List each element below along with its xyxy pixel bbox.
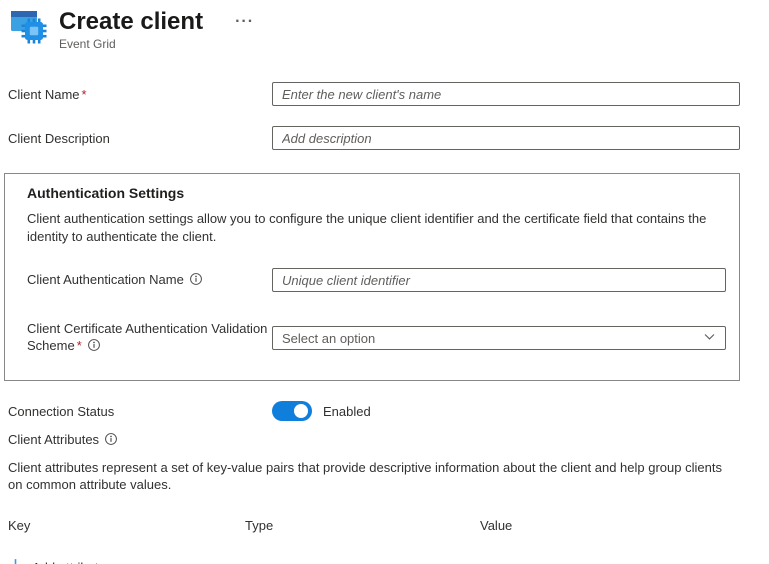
more-options-button[interactable]: ··· — [231, 12, 258, 32]
info-icon[interactable] — [189, 272, 203, 290]
attributes-table-header: Key Type Value — [8, 518, 740, 533]
chevron-down-icon — [703, 330, 716, 346]
required-asterisk: * — [76, 338, 82, 353]
cert-validation-scheme-dropdown[interactable]: Select an option — [272, 326, 726, 350]
cert-validation-scheme-row: Client Certificate Authentication Valida… — [27, 320, 726, 356]
client-authentication-name-row: Client Authentication Name — [27, 268, 726, 292]
event-grid-client-icon — [10, 7, 50, 47]
client-description-row: Client Description — [8, 126, 740, 150]
client-name-input[interactable] — [272, 82, 740, 106]
connection-status-row: Connection Status Enabled — [8, 401, 740, 421]
page-title: Create client — [59, 8, 204, 35]
client-name-row: Client Name * — [8, 82, 740, 106]
add-attribute-button[interactable]: Add attribute — [8, 556, 106, 564]
cert-validation-scheme-label: Client Certificate Authentication Valida… — [27, 320, 272, 356]
client-description-input[interactable] — [272, 126, 740, 150]
column-header-type: Type — [245, 518, 274, 533]
cert-validation-scheme-control: Select an option — [272, 326, 726, 350]
create-client-panel: Create client ··· Event Grid Client Name… — [0, 0, 769, 564]
connection-status-state: Enabled — [323, 403, 371, 419]
connection-status-control: Enabled — [272, 401, 740, 421]
client-authentication-name-label: Client Authentication Name — [27, 271, 272, 290]
client-authentication-name-control — [272, 268, 726, 292]
add-attribute-label: Add attribute — [32, 560, 106, 564]
client-name-label-text: Client Name — [8, 86, 80, 102]
cert-validation-scheme-label-text: Client Certificate Authentication Valida… — [27, 321, 268, 353]
create-client-form: Client Name* Client Description Authenti… — [0, 82, 769, 564]
client-description-control — [272, 126, 740, 150]
plus-icon — [8, 558, 23, 564]
connection-status-label: Connection Status — [8, 403, 115, 419]
authentication-settings-title: Authentication Settings — [27, 185, 185, 201]
client-attributes-label-row: Client Attributes — [8, 432, 740, 449]
connection-status-toggle[interactable] — [272, 401, 312, 421]
client-attributes-label: Client Attributes — [8, 432, 100, 447]
client-attributes-description: Client attributes represent a set of key… — [8, 460, 722, 492]
client-name-control — [272, 82, 740, 106]
authentication-settings-description: Client authentication settings allow you… — [27, 211, 707, 244]
client-name-label: Client Name * — [8, 86, 272, 103]
header: Create client ··· Event Grid — [0, 0, 769, 51]
client-authentication-name-label-text: Client Authentication Name — [27, 271, 184, 287]
client-authentication-name-input[interactable] — [272, 268, 726, 292]
info-icon[interactable] — [87, 338, 101, 356]
page-subtitle: Event Grid — [59, 37, 116, 51]
toggle-knob — [294, 404, 308, 418]
column-header-key: Key — [8, 518, 31, 533]
header-text: Create client ··· Event Grid — [59, 7, 258, 51]
client-description-label: Client Description — [8, 130, 110, 146]
info-icon[interactable] — [104, 432, 118, 449]
authentication-settings-section: Authentication Settings Client authentic… — [4, 173, 740, 381]
required-asterisk: * — [81, 86, 87, 102]
column-header-value: Value — [480, 518, 513, 533]
dropdown-selected-value: Select an option — [282, 330, 376, 346]
